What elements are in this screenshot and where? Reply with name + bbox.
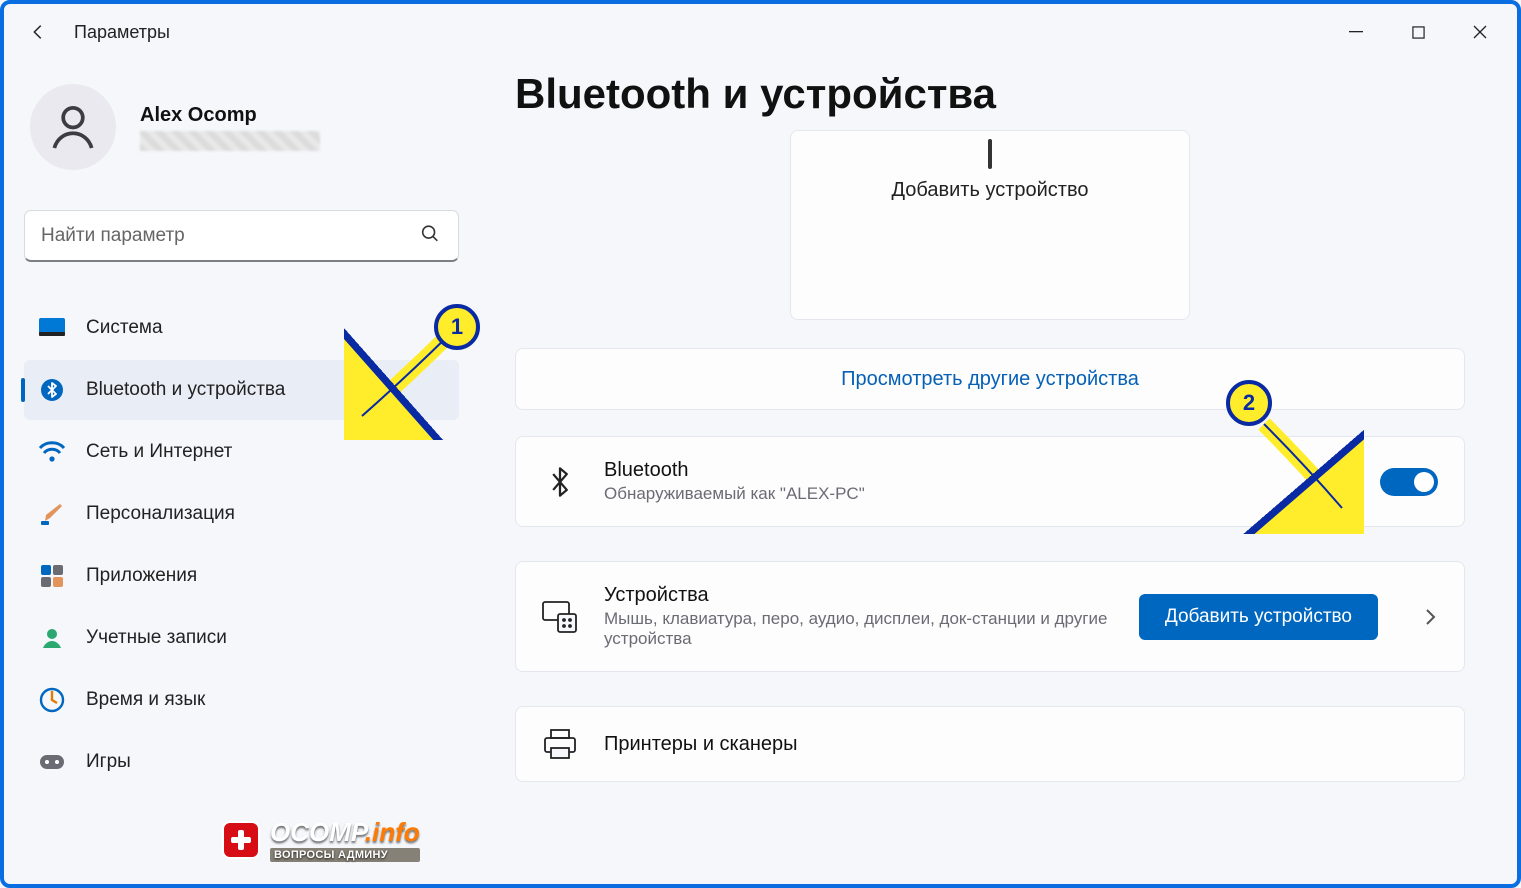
maximize-button[interactable]	[1387, 12, 1449, 52]
sidebar-item-label: Сеть и Интернет	[86, 441, 232, 463]
chevron-right-icon	[1422, 607, 1438, 627]
sidebar-item-label: Игры	[86, 751, 131, 773]
bluetooth-toggle[interactable]	[1380, 468, 1438, 496]
sidebar-item-label: Учетные записи	[86, 627, 227, 649]
bluetooth-title: Bluetooth	[604, 459, 1284, 482]
bluetooth-subtitle: Обнаруживаемый как "ALEX-PC"	[604, 484, 1284, 504]
printer-icon	[538, 729, 582, 759]
arrow-left-icon	[27, 21, 49, 43]
minimize-icon	[1349, 25, 1363, 39]
person-icon	[45, 99, 101, 155]
bluetooth-setting-row: Bluetooth Обнаруживаемый как "ALEX-PC" В…	[515, 436, 1465, 527]
sidebar-item-accounts[interactable]: Учетные записи	[24, 608, 459, 668]
bluetooth-toggle-label: Вкл.	[1306, 471, 1342, 492]
wifi-icon	[38, 438, 66, 466]
view-more-devices-link[interactable]: Просмотреть другие устройства	[515, 348, 1465, 410]
search-input[interactable]	[24, 210, 459, 262]
gaming-icon	[38, 748, 66, 776]
printers-setting-row[interactable]: Принтеры и сканеры	[515, 706, 1465, 782]
brush-icon	[38, 500, 66, 528]
sidebar-item-bluetooth[interactable]: Bluetooth и устройства	[24, 360, 459, 420]
sidebar-item-system[interactable]: Система	[24, 298, 459, 358]
bluetooth-icon	[38, 376, 66, 404]
back-button[interactable]	[24, 18, 52, 46]
globe-clock-icon	[38, 686, 66, 714]
sidebar-item-label: Bluetooth и устройства	[86, 379, 285, 401]
devices-setting-row[interactable]: Устройства Мышь, клавиатура, перо, аудио…	[515, 561, 1465, 672]
sidebar-item-apps[interactable]: Приложения	[24, 546, 459, 606]
sidebar-item-label: Система	[86, 317, 163, 339]
printers-title: Принтеры и сканеры	[604, 733, 1438, 756]
sidebar-item-network[interactable]: Сеть и Интернет	[24, 422, 459, 482]
user-email-redacted	[140, 131, 320, 151]
avatar[interactable]	[30, 84, 116, 170]
sidebar-item-label: Персонализация	[86, 503, 235, 525]
devices-icon	[538, 601, 582, 633]
system-icon	[38, 314, 66, 342]
sidebar-item-personalization[interactable]: Персонализация	[24, 484, 459, 544]
close-button[interactable]	[1449, 12, 1511, 52]
view-more-label: Просмотреть другие устройства	[841, 368, 1139, 391]
sidebar-item-gaming[interactable]: Игры	[24, 732, 459, 792]
sidebar-item-label: Время и язык	[86, 689, 205, 711]
devices-title: Устройства	[604, 584, 1117, 607]
add-device-button[interactable]: Добавить устройство	[1139, 594, 1378, 640]
devices-subtitle: Мышь, клавиатура, перо, аудио, дисплеи, …	[604, 609, 1117, 649]
plus-icon	[988, 139, 992, 169]
search-icon	[419, 223, 441, 250]
close-icon	[1473, 25, 1487, 39]
page-title: Bluetooth и устройства	[515, 70, 1465, 118]
sidebar-item-label: Приложения	[86, 565, 197, 587]
add-device-card[interactable]: Добавить устройство	[790, 130, 1190, 320]
window-title: Параметры	[74, 22, 170, 43]
apps-icon	[38, 562, 66, 590]
maximize-icon	[1412, 26, 1425, 39]
sidebar-item-time-language[interactable]: Время и язык	[24, 670, 459, 730]
accounts-icon	[38, 624, 66, 652]
minimize-button[interactable]	[1325, 12, 1387, 52]
add-device-label: Добавить устройство	[892, 179, 1089, 202]
user-name: Alex Ocomp	[140, 104, 320, 127]
bluetooth-icon	[538, 465, 582, 499]
